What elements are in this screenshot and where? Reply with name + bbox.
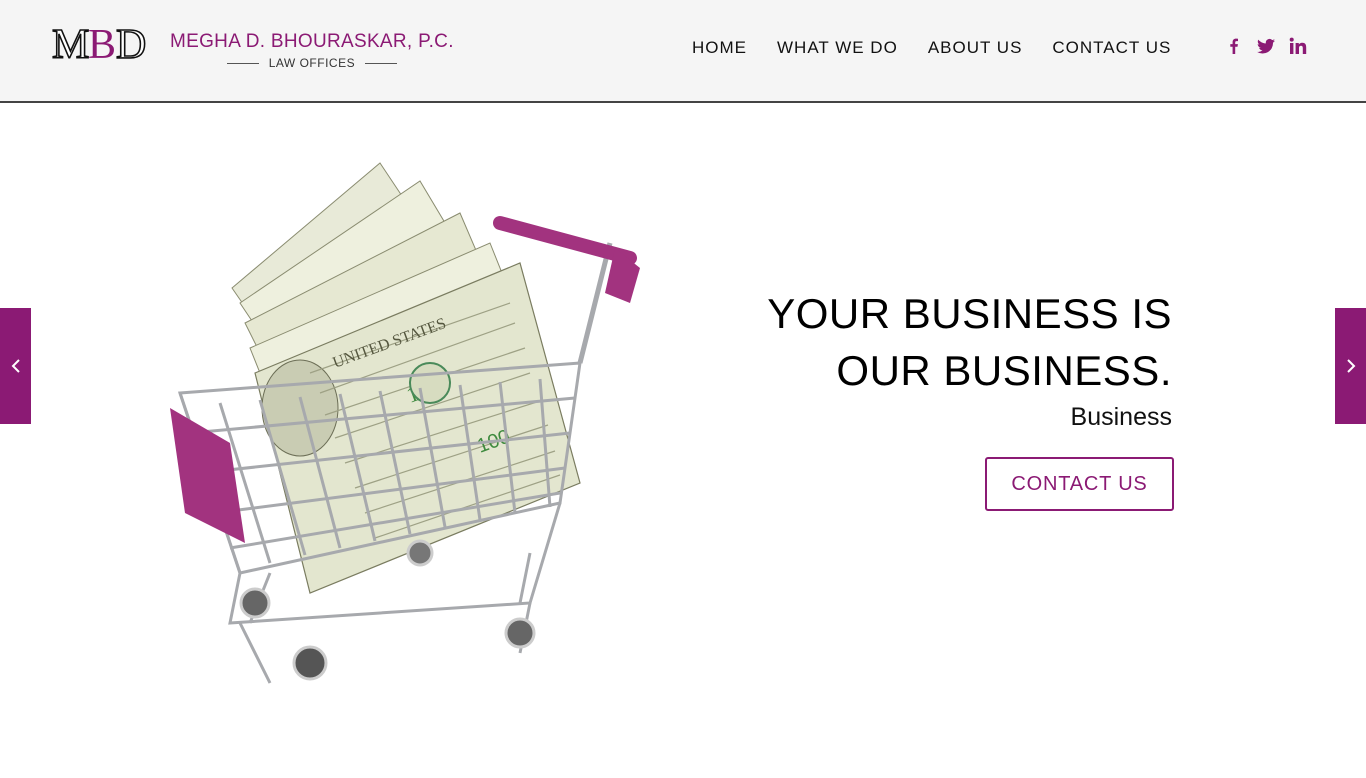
headline-line-2: OUR BUSINESS.: [836, 347, 1172, 394]
facebook-icon[interactable]: [1224, 36, 1244, 56]
chevron-right-icon: [1346, 359, 1355, 373]
divider: [226, 62, 259, 64]
firm-name-block: MEGHA D. BHOURASKAR, P.C. LAW OFFICES: [170, 31, 454, 70]
firm-subtitle: LAW OFFICES: [268, 56, 356, 70]
main-nav: HOME WHAT WE DO ABOUT US CONTACT US: [692, 38, 1171, 58]
site-header: M B D MEGHA D. BHOURASKAR, P.C. LAW OFFI…: [0, 0, 1366, 103]
nav-contact-us[interactable]: CONTACT US: [1052, 38, 1171, 58]
cart-handle: [493, 216, 637, 265]
hero-slider: UNITED STATES 100 100 YOUR: [0, 103, 1366, 778]
shopping-cart-image: UNITED STATES 100 100: [170, 162, 640, 684]
divider: [365, 62, 398, 64]
logo-letter-b: B: [88, 22, 116, 62]
hero-subheading: Business: [1070, 403, 1172, 431]
twitter-icon[interactable]: [1256, 36, 1276, 56]
hero-headline: YOUR BUSINESS IS OUR BUSINESS.: [767, 285, 1172, 399]
chevron-left-icon: [11, 359, 20, 373]
headline-line-1: YOUR BUSINESS IS: [767, 290, 1172, 337]
nav-what-we-do[interactable]: WHAT WE DO: [777, 38, 898, 58]
site-logo[interactable]: M B D MEGHA D. BHOURASKAR, P.C. LAW OFFI…: [52, 22, 454, 70]
mbd-logo-mark: M B D: [52, 22, 147, 62]
slider-next-button[interactable]: [1335, 308, 1366, 424]
logo-letter-d: D: [116, 22, 146, 62]
contact-us-button[interactable]: CONTACT US: [985, 457, 1174, 511]
slider-prev-button[interactable]: [0, 308, 31, 424]
nav-about-us[interactable]: ABOUT US: [928, 38, 1023, 58]
social-links: [1224, 36, 1308, 56]
logo-letter-m: M: [52, 22, 89, 62]
linkedin-icon[interactable]: [1288, 36, 1308, 56]
firm-subtitle-row: LAW OFFICES: [170, 56, 454, 70]
firm-name: MEGHA D. BHOURASKAR, P.C.: [170, 31, 454, 52]
nav-home[interactable]: HOME: [692, 38, 747, 58]
